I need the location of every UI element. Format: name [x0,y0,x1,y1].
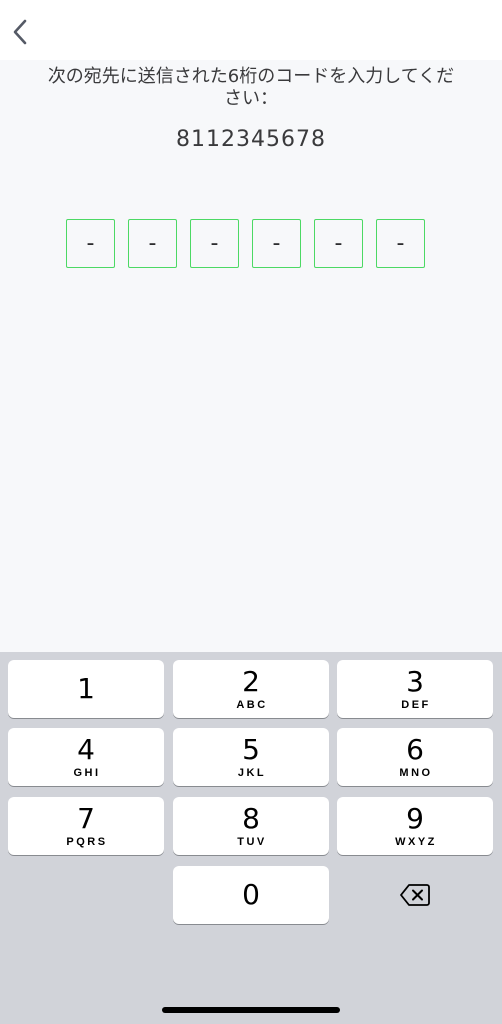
delete-key[interactable] [337,866,493,924]
key-5[interactable]: 5 JKL [173,728,329,786]
back-button[interactable] [4,12,36,52]
verification-screen: 次の宛先に送信された6桁のコードを入力してください： 8112345678 - … [0,0,502,1024]
key-digit: 2 [242,665,260,698]
key-digit: 9 [406,802,424,835]
instruction-text: 次の宛先に送信された6桁のコードを入力してください： [47,66,455,109]
code-digit-4[interactable]: - [252,219,301,268]
key-digit: 4 [77,733,95,766]
key-letters: PQRS [66,836,108,848]
key-6[interactable]: 6 MNO [337,728,493,786]
key-digit: 5 [242,733,260,766]
code-digit-5[interactable]: - [314,219,363,268]
key-7[interactable]: 7 PQRS [8,797,164,855]
home-indicator[interactable] [162,1007,340,1013]
key-3[interactable]: 3 DEF [337,660,493,718]
key-letters: JKL [237,767,267,779]
key-0[interactable]: 0 [173,866,329,924]
code-digit-2[interactable]: - [128,219,177,268]
key-8[interactable]: 8 TUV [173,797,329,855]
numeric-keypad: 1 2 ABC 3 DEF 4 GHI 5 JKL 6 MNO 7 PQRS 8 [0,652,502,1024]
code-input-row: - - - - - - [66,219,425,268]
key-9[interactable]: 9 WXYZ [337,797,493,855]
key-letters: GHI [73,767,101,779]
key-letters: WXYZ [395,836,437,848]
phone-number: 8112345678 [176,127,326,152]
key-4[interactable]: 4 GHI [8,728,164,786]
key-digit: 3 [406,665,424,698]
key-digit: 6 [406,733,424,766]
key-letters: TUV [237,836,267,848]
key-letters: ABC [236,699,268,711]
code-digit-6[interactable]: - [376,219,425,268]
key-digit: 0 [242,878,260,911]
key-letters: DEF [401,699,431,711]
code-digit-3[interactable]: - [190,219,239,268]
key-letters: MNO [399,767,433,779]
key-2[interactable]: 2 ABC [173,660,329,718]
key-digit: 1 [77,672,95,705]
backspace-icon [400,884,430,906]
key-digit: 8 [242,802,260,835]
key-1[interactable]: 1 [8,660,164,718]
key-digit: 7 [77,802,95,835]
top-bar [0,0,502,60]
code-digit-1[interactable]: - [66,219,115,268]
chevron-left-icon [13,19,27,45]
